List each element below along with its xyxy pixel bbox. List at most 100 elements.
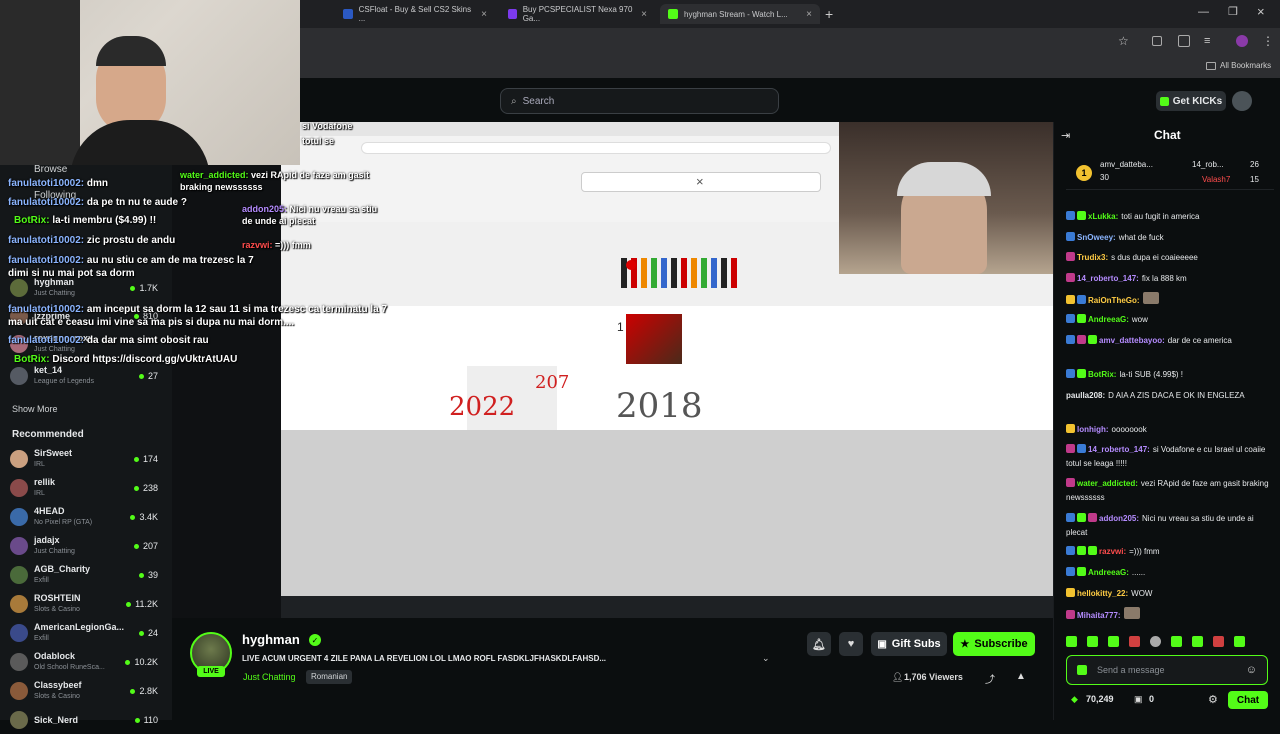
viewer-count: 39 [138, 570, 158, 580]
emote-icon[interactable] [1087, 635, 1098, 647]
chat-message: 14_roberto_147: fix la 888 km [1066, 272, 1274, 286]
sidebar-item-sirsweet[interactable]: SirSweet IRL 174 [10, 445, 170, 473]
all-bookmarks-label[interactable]: All Bookmarks [1220, 61, 1271, 70]
sidebar-item-rellik[interactable]: rellik IRL 238 [10, 474, 170, 502]
avatar [10, 566, 28, 584]
chat-message: Trudix3: s dus dupa ei coaieeeee [1066, 251, 1274, 265]
bookmark-star-icon[interactable]: ☆ [1118, 34, 1129, 48]
tab-label: Buy PCSPECIALIST Nexa 970 Ga... [522, 5, 633, 23]
extension-icon[interactable] [1152, 36, 1162, 46]
notification-bell-button[interactable]: 🔔︎ [807, 632, 831, 656]
emote-icon[interactable] [1129, 635, 1140, 647]
viewer-count: 1,706 Viewers [904, 672, 963, 682]
overlay-chat-line: fanulatoti10002: da dar ma simt obosit r… [8, 335, 209, 346]
language-tag[interactable]: Romanian [306, 670, 353, 684]
verified-icon: ✓ [309, 634, 321, 646]
chat-message-input[interactable]: Send a message ☺ [1066, 655, 1268, 685]
channel-name: 4HEAD [34, 506, 65, 516]
puzzle-icon[interactable] [1178, 35, 1190, 47]
channel-category: No Pixel RP (GTA) [34, 519, 93, 526]
avatar [10, 624, 28, 642]
subscribe-button[interactable]: ★ Subscribe [953, 632, 1035, 656]
kick-favicon-icon [668, 9, 678, 19]
emote-icon[interactable] [1171, 635, 1182, 647]
sidebar-item-agb-charity[interactable]: AGB_Charity Exfill 39 [10, 561, 170, 589]
overlay-chat-line: fanulatoti10002: am inceput sa dorm la 1… [8, 304, 388, 328]
get-kicks-button[interactable]: Get KICKs [1156, 91, 1226, 111]
get-kicks-label: Get KICKs [1172, 95, 1223, 107]
chat-message: amv_dattebayoo: dar de ce america [1066, 334, 1274, 348]
profile-avatar[interactable] [1236, 35, 1248, 47]
sidebar-item-americanlegion[interactable]: AmericanLegionGa... Exfill 24 [10, 619, 170, 647]
follow-button[interactable]: ♥ [839, 632, 863, 656]
avatar [10, 595, 28, 613]
category-link[interactable]: Just Chatting [243, 672, 296, 682]
search-input[interactable]: ⌕ Search [500, 88, 779, 114]
sidebar-item-odablock[interactable]: Odablock Old School RuneSca... 10.2K [10, 648, 170, 676]
tab-pcspecialist[interactable]: Buy PCSPECIALIST Nexa 970 Ga... × [500, 4, 655, 24]
gift-subs-button[interactable]: ▣ Gift Subs [871, 632, 947, 656]
menu-icon[interactable]: ⋮ [1262, 34, 1274, 48]
emote-icon[interactable] [1234, 635, 1245, 647]
star-icon: ★ [960, 638, 970, 650]
tab-csfloat[interactable]: CSFloat - Buy & Sell CS2 Skins ... × [335, 4, 495, 24]
close-tab-icon[interactable]: × [641, 9, 647, 20]
tab-search-icon[interactable]: ≡ [1204, 35, 1210, 47]
close-tab-icon[interactable]: × [481, 9, 487, 20]
send-chat-button[interactable]: Chat [1228, 691, 1268, 709]
avatar [10, 653, 28, 671]
settings-gear-icon[interactable]: ⚙ [1208, 693, 1218, 706]
new-tab-icon[interactable]: + [825, 6, 833, 22]
drawing-year-2018: 2018 [616, 386, 703, 426]
chevron-down-icon[interactable]: ⌄ [762, 653, 770, 664]
viewer-count: 174 [133, 454, 158, 464]
site-header [300, 78, 1280, 122]
sidebar-item-classybeef[interactable]: Classybeef Slots & Casino 2.8K [10, 677, 170, 705]
emote-icon[interactable] [1192, 635, 1203, 647]
stream-alert: si Vodafone [302, 121, 353, 131]
report-icon[interactable]: ▲ [1016, 671, 1026, 682]
emote-icon[interactable] [1150, 635, 1161, 647]
address-bar: ☆ ≡ ⋮ [300, 28, 1280, 56]
sidebar-item-roshtein[interactable]: ROSHTEIN Slots & Casino 11.2K [10, 590, 170, 618]
show-more-link[interactable]: Show More [12, 404, 58, 414]
viewer-count: 238 [133, 483, 158, 493]
sidebar-browse[interactable]: Browse [34, 164, 67, 175]
overlay-chat-line: fanulatoti10002: da pe tn nu te aude ? [8, 197, 187, 208]
sidebar-item-sick-nerd[interactable]: Sick_Nerd 110 [10, 706, 170, 734]
emote-icon[interactable] [1213, 635, 1224, 647]
close-tab-icon[interactable]: × [806, 9, 812, 20]
minimize-icon[interactable]: — [1198, 6, 1209, 18]
overlay-chat-line: fanulatoti10002: dmn [8, 178, 109, 189]
channel-category: League of Legends [34, 378, 94, 385]
channel-name: SirSweet [34, 448, 73, 458]
channel-points[interactable]: 70,249 [1086, 694, 1114, 704]
chat-leaderboard: 1 amv_datteba... 30 14_rob... 26 Valash7… [1066, 156, 1274, 190]
channel-name: ket_14 [34, 365, 63, 375]
close-window-icon[interactable]: × [1257, 4, 1265, 19]
maximize-icon[interactable]: ❐ [1228, 5, 1238, 18]
tab-kick-stream[interactable]: hyghman Stream - Watch L... × [660, 4, 820, 24]
sidebar-item-jadajx[interactable]: jadajx Just Chatting 207 [10, 532, 170, 560]
channel-category: Slots & Casino [34, 693, 80, 700]
bookmarks-bar: All Bookmarks [300, 56, 1280, 78]
stream-title: LIVE ACUM URGENT 4 ZILE PANA LA REVELION… [242, 654, 607, 663]
chat-message: lonhigh: oooooook [1066, 423, 1274, 437]
share-icon[interactable]: ⤴ [985, 671, 995, 686]
viewer-count: 2.8K [130, 686, 158, 696]
gift-icon: ▣ [877, 638, 887, 650]
channel-category: Slots & Casino [34, 606, 80, 613]
viewer-count: 110 [134, 715, 158, 725]
chat-message: AndreeaG:...... [1066, 566, 1274, 580]
subscribe-label: Subscribe [974, 638, 1028, 650]
collapse-chat-icon[interactable]: ⇥ [1061, 129, 1070, 142]
emoji-icon[interactable]: ☺ [1246, 664, 1257, 676]
emote-icon[interactable] [1066, 635, 1077, 647]
user-avatar[interactable] [1232, 91, 1252, 111]
sidebar-item-ket14[interactable]: ket_14 League of Legends 27 [10, 362, 170, 390]
sidebar-item-4head[interactable]: 4HEAD No Pixel RP (GTA) 3.4K [10, 503, 170, 531]
emote-icon[interactable] [1108, 635, 1119, 647]
recommended-heading: Recommended [12, 429, 84, 440]
channel-name[interactable]: hyghman [242, 632, 300, 647]
gift-count[interactable]: 0 [1149, 694, 1154, 704]
